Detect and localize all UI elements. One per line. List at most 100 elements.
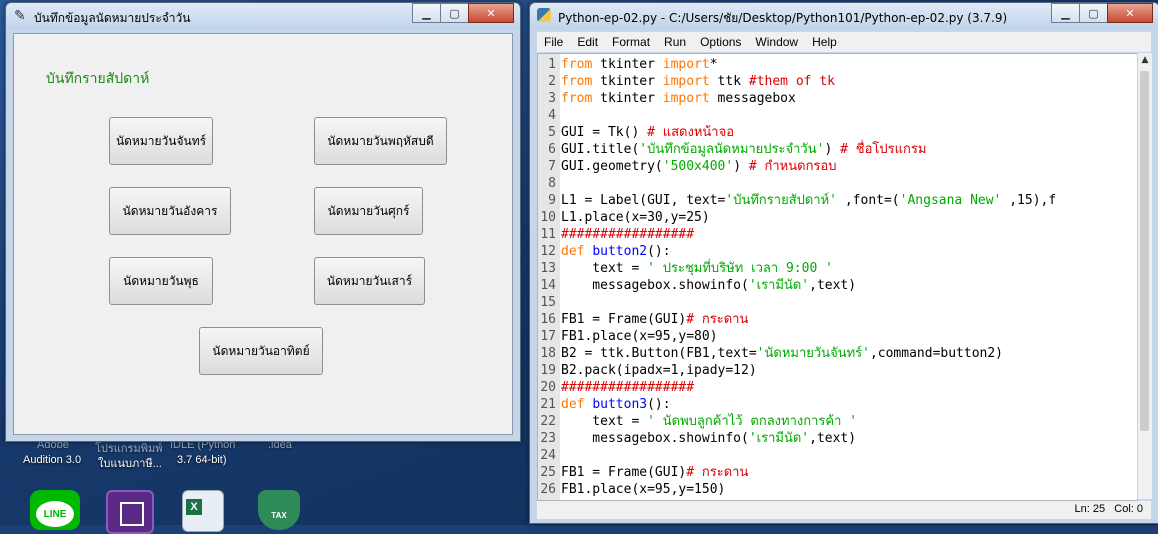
desktop-icon-label[interactable]: ใบแนบภาษี... [98, 454, 162, 472]
line-number: 23 [540, 431, 556, 446]
code-line[interactable]: 1 from tkinter import* [538, 56, 1056, 73]
desktop-icon-label[interactable]: 3.7 64-bit) [177, 454, 227, 466]
code-token: text = [561, 414, 648, 429]
code-line[interactable]: 14 messagebox.showinfo('เรามีนัด',text) [538, 277, 1056, 294]
line-number: 12 [540, 244, 556, 259]
maximize-button[interactable]: ▢ [440, 3, 469, 23]
scrollbar-thumb[interactable] [1140, 71, 1149, 431]
code-token: B2.pack(ipadx=1,ipady=12) [561, 363, 757, 378]
code-line[interactable]: 18 B2 = ttk.Button(FB1,text='นัดหมายวันจั… [538, 345, 1056, 362]
line-number: 9 [548, 193, 556, 208]
window-controls: ▁ ▢ ✕ [1051, 3, 1153, 23]
close-button[interactable]: ✕ [1107, 3, 1153, 23]
line-number: 11 [540, 227, 556, 242]
monday-button[interactable]: นัดหมายวันจันทร์ [109, 117, 213, 165]
code-line[interactable]: 2 from tkinter import ttk #them of tk [538, 73, 1056, 90]
code-line[interactable]: 22 text = ' นัดพบลูกค้าไว้ ตกลงทางการค้า… [538, 413, 1056, 430]
line-app-icon[interactable]: LINE [30, 490, 80, 530]
tk-client-area: บันทึกรายสัปดาห์ นัดหมายวันจันทร์ นัดหมา… [13, 33, 513, 435]
menu-help[interactable]: Help [805, 35, 844, 49]
code-token: from [561, 91, 593, 106]
tax-app-icon[interactable]: TAX [258, 490, 300, 530]
code-token: import [662, 91, 710, 106]
line-number: 20 [540, 380, 556, 395]
minimize-button[interactable]: ▁ [412, 3, 441, 23]
code-token: tkinter [592, 57, 663, 72]
vertical-scrollbar[interactable]: ▲ [1137, 53, 1152, 499]
code-line[interactable]: 6 GUI.title('บันทึกข้อมูลนัดหมายประจำวัน'… [538, 141, 1056, 158]
code-line[interactable]: 12 def button2(): [538, 243, 1056, 260]
menu-edit[interactable]: Edit [570, 35, 605, 49]
code-token: 'Angsana New' [899, 193, 1002, 208]
code-token: text = [561, 261, 648, 276]
menu-file[interactable]: File [537, 35, 570, 49]
code-token: ,command=button2) [869, 346, 1004, 361]
line-number: 14 [540, 278, 556, 293]
code-line[interactable]: 19 B2.pack(ipadx=1,ipady=12) [538, 362, 1056, 379]
wednesday-button[interactable]: นัดหมายวันพุธ [109, 257, 213, 305]
code-token: FB1 = Frame(GUI) [561, 312, 687, 327]
code-token: # กำหนดกรอบ [748, 159, 837, 174]
tuesday-button[interactable]: นัดหมายวันอังคาร [109, 187, 231, 235]
code-line[interactable]: 24 [538, 447, 1056, 464]
code-line[interactable]: 5 GUI = Tk() # แสดงหน้าจอ [538, 124, 1056, 141]
code-line[interactable]: 8 [538, 175, 1056, 192]
close-button[interactable]: ✕ [468, 3, 514, 23]
code-token: FB1.place(x=95,y=80) [561, 329, 718, 344]
status-bar: Ln: 25 Col: 0 [537, 501, 1151, 519]
feather-icon: ✎ [14, 8, 26, 24]
excel-file-icon[interactable]: X [182, 490, 224, 532]
code-line[interactable]: 4 [538, 107, 1056, 124]
line-app-label: LINE [43, 508, 67, 520]
code-token: ################# [561, 380, 695, 395]
code-line[interactable]: 9 L1 = Label(GUI, text='บันทึกรายสัปดาห์'… [538, 192, 1056, 209]
line-number: 1 [548, 57, 556, 72]
menu-window[interactable]: Window [748, 35, 805, 49]
code-line[interactable]: 10 L1.place(x=30,y=25) [538, 209, 1056, 226]
line-number: 24 [540, 448, 556, 463]
code-token: messagebox.showinfo( [561, 431, 749, 446]
code-line[interactable]: 11 ################# [538, 226, 1056, 243]
code-line[interactable]: 15 [538, 294, 1056, 311]
code-line[interactable]: 3 from tkinter import messagebox [538, 90, 1056, 107]
code-line[interactable]: 13 text = ' ประชุมที่บริษัท เวลา 9:00 ' [538, 260, 1056, 277]
code-line[interactable]: 16 FB1 = Frame(GUI)# กระดาน [538, 311, 1056, 328]
friday-button[interactable]: นัดหมายวันศุกร์ [314, 187, 423, 235]
desktop-icon-label[interactable]: Audition 3.0 [23, 454, 81, 466]
line-number: 8 [548, 176, 556, 191]
maximize-button[interactable]: ▢ [1079, 3, 1108, 23]
saturday-button[interactable]: นัดหมายวันเสาร์ [314, 257, 425, 305]
code-token: from [561, 57, 593, 72]
code-text[interactable]: 1 from tkinter import * 2 from tkinter impor… [538, 56, 1056, 498]
line-number: 2 [548, 74, 556, 89]
code-line[interactable]: 23 messagebox.showinfo('เรามีนัด',text) [538, 430, 1056, 447]
sunday-button[interactable]: นัดหมายวันอาทิตย์ [199, 327, 323, 375]
line-number: 6 [548, 142, 556, 157]
line-number: 4 [548, 108, 556, 123]
code-token: ' นัดพบลูกค้าไว้ ตกลงทางการค้า ' [647, 414, 858, 429]
menu-options[interactable]: Options [693, 35, 748, 49]
code-token: def [561, 397, 585, 412]
code-line[interactable]: 7 GUI.geometry('500x400') # กำหนดกรอบ [538, 158, 1056, 175]
code-line[interactable]: 20 ################# [538, 379, 1056, 396]
menu-format[interactable]: Format [605, 35, 657, 49]
code-line[interactable]: 25 FB1 = Frame(GUI)# กระดาน [538, 464, 1056, 481]
scroll-up-icon[interactable]: ▲ [1138, 53, 1152, 67]
code-token: * [709, 57, 718, 72]
idle-window-titlebar[interactable]: Python-ep-02.py - C:/Users/ชัย/Desktop/P… [530, 3, 1158, 30]
code-line[interactable]: 17 FB1.place(x=95,y=80) [538, 328, 1056, 345]
minimize-button[interactable]: ▁ [1051, 3, 1080, 23]
thursday-button[interactable]: นัดหมายวันพฤหัสบดี [314, 117, 447, 165]
idle-window-title: Python-ep-02.py - C:/Users/ชัย/Desktop/P… [558, 11, 1008, 25]
code-line[interactable]: 21 def button3(): [538, 396, 1056, 413]
code-editor[interactable]: 1 from tkinter import * 2 from tkinter impor… [537, 53, 1138, 501]
menu-run[interactable]: Run [657, 35, 693, 49]
tk-window-titlebar[interactable]: ✎ บันทึกข้อมูลนัดหมายประจำวัน ▁ ▢ ✕ [6, 3, 520, 30]
code-token: messagebox [709, 91, 796, 106]
code-token: ,font=( [837, 193, 900, 208]
code-token: 'บันทึกรายสัปดาห์' [725, 193, 838, 208]
code-token: GUI.geometry( [561, 159, 663, 174]
chip-app-icon[interactable] [106, 490, 154, 534]
code-token: (): [647, 397, 671, 412]
code-line[interactable]: 26 FB1.place(x=95,y=150) [538, 481, 1056, 498]
